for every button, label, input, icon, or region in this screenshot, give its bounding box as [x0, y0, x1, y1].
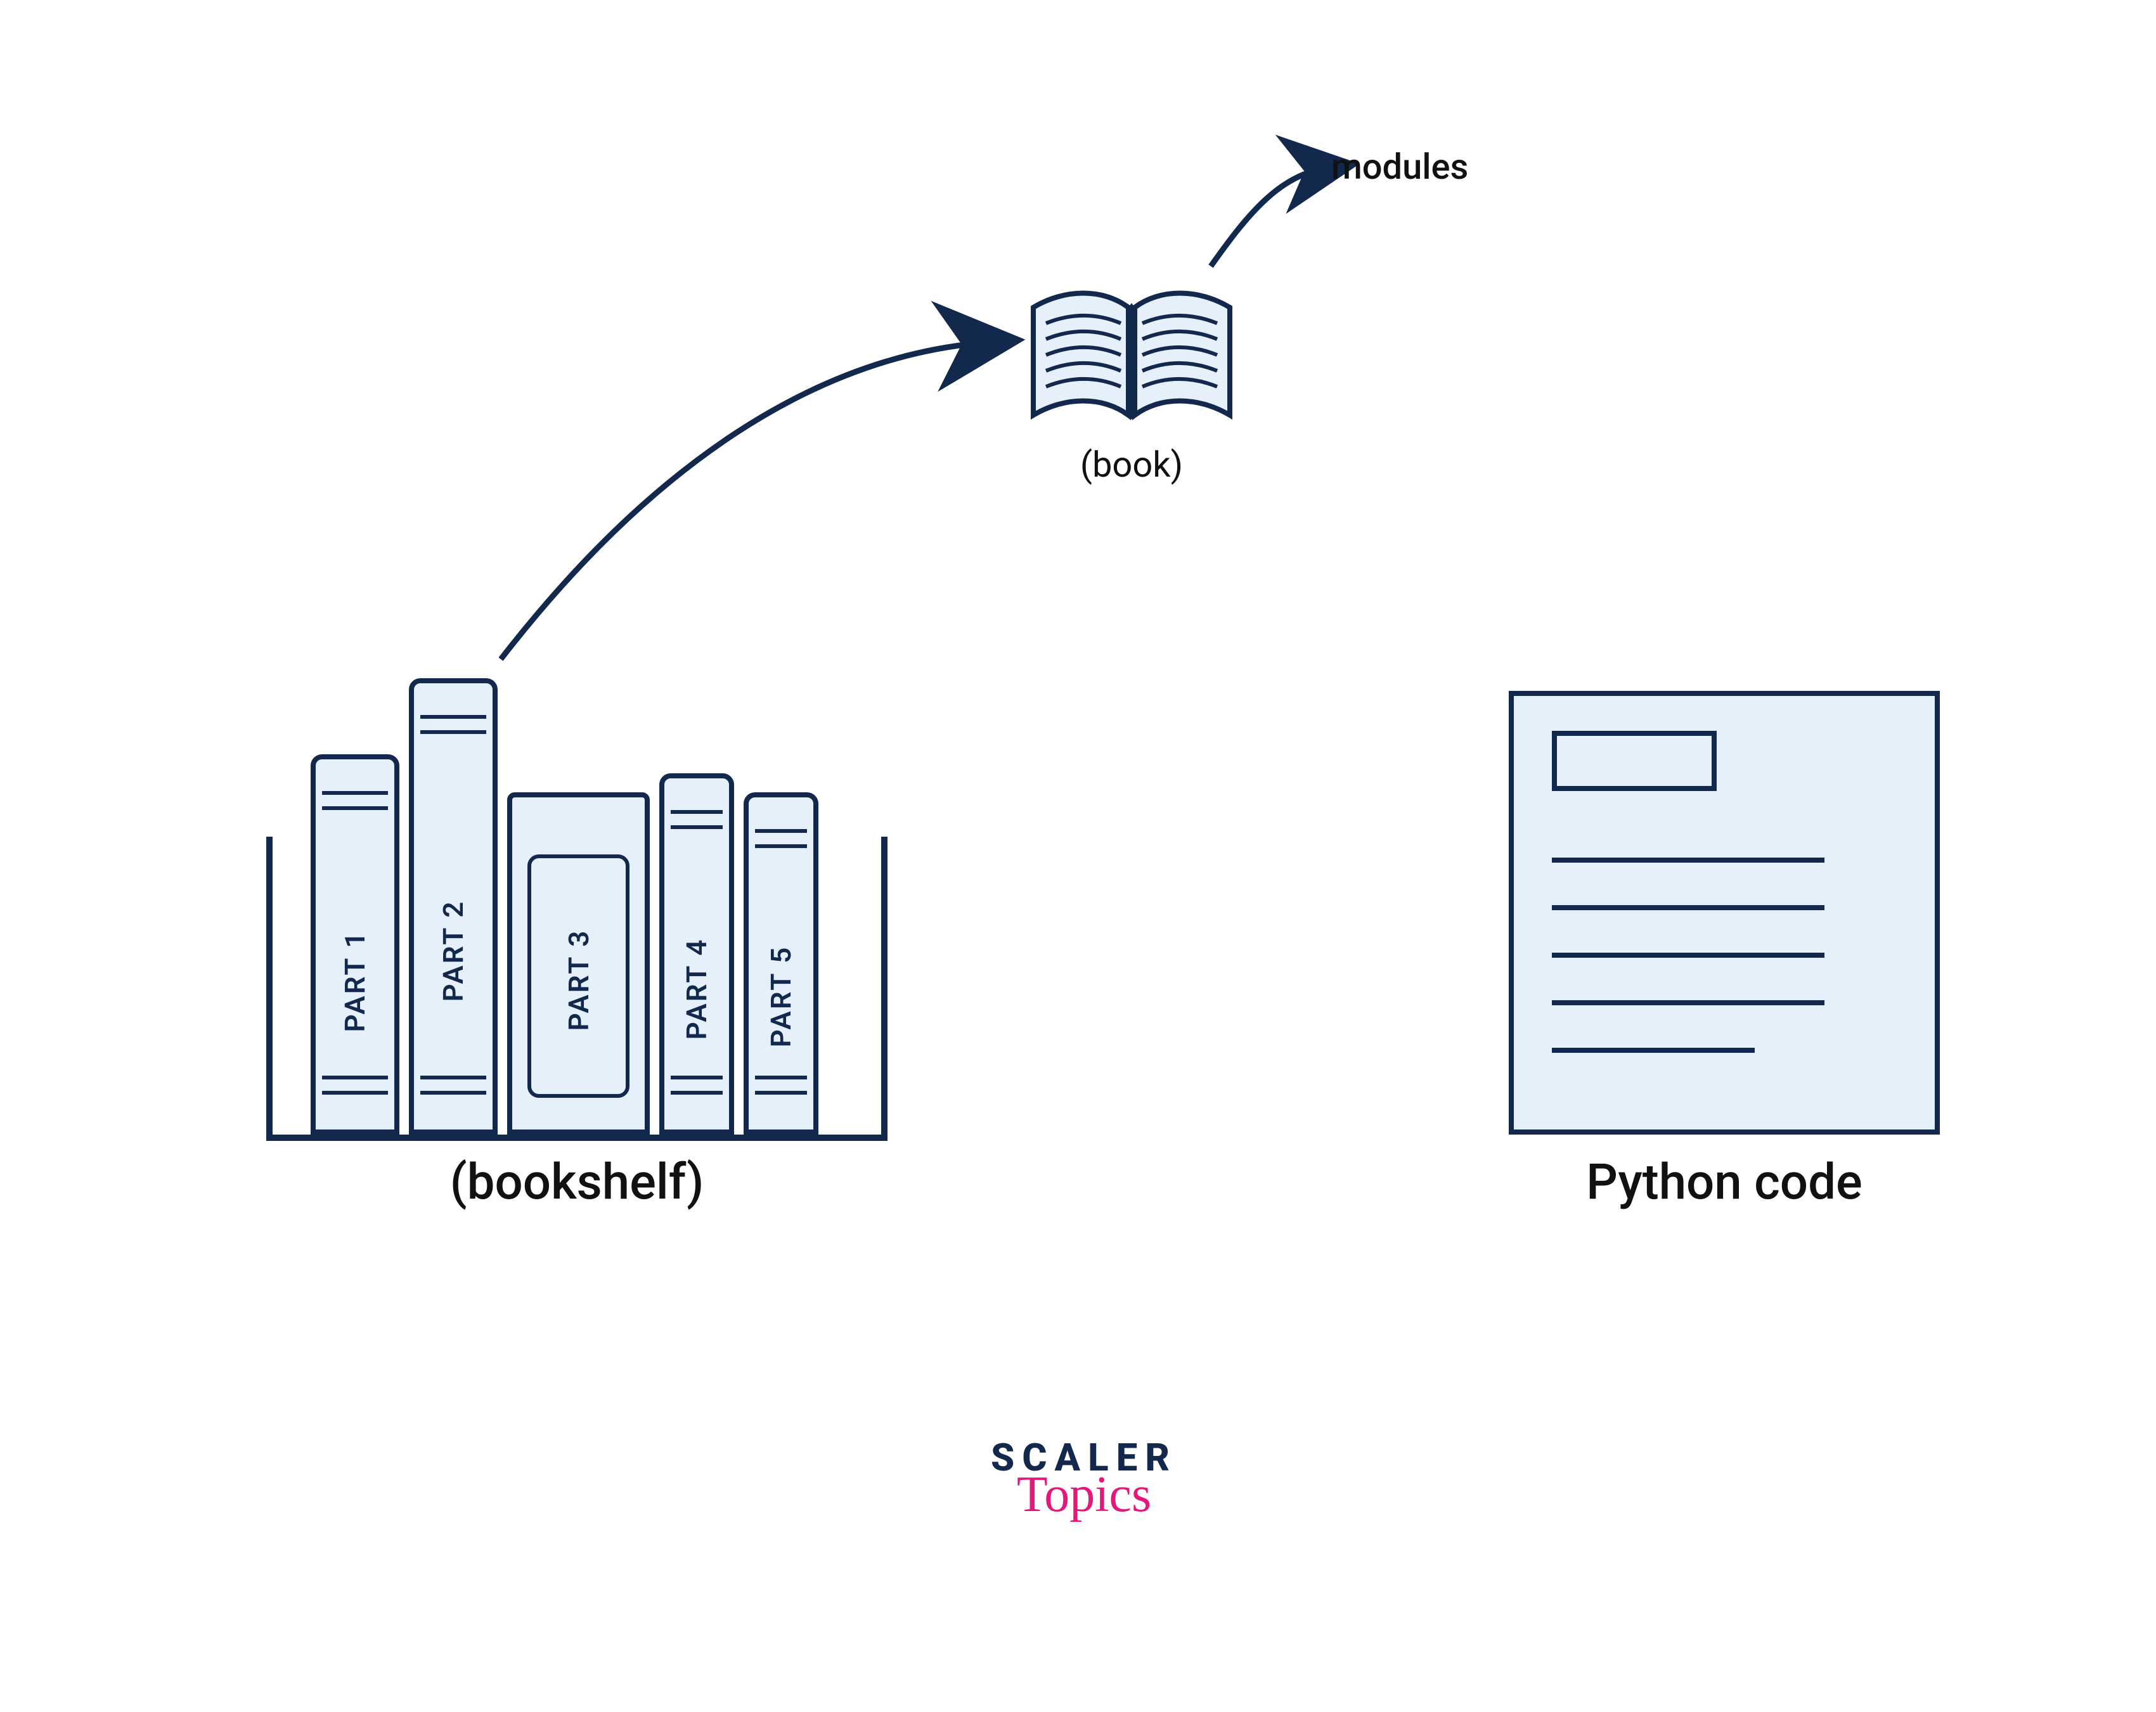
document-line	[1552, 858, 1824, 863]
book-label: PART 1	[339, 930, 371, 1033]
book-stripe	[420, 715, 486, 734]
modules-label: modules	[1331, 146, 1468, 188]
open-book-caption: (book)	[1027, 444, 1236, 486]
document-header-box	[1552, 731, 1717, 791]
open-book-icon	[1027, 273, 1236, 431]
book-stripe	[755, 829, 807, 848]
arrow-bookshelf-to-book	[488, 317, 1008, 672]
bookshelf-illustration: PART 1 PART 2 PART 3 PART 4 PART 5	[266, 659, 888, 1141]
bookshelf-caption: (bookshelf)	[266, 1154, 888, 1211]
book-stripe	[322, 1076, 388, 1095]
book-stripe	[671, 810, 723, 829]
book-label: PART 4	[680, 938, 713, 1040]
document-line	[1552, 905, 1824, 910]
document-line	[1552, 953, 1824, 958]
book-part-4: PART 4	[659, 773, 734, 1135]
book-part-3: PART 3	[507, 792, 650, 1135]
document-caption: Python code	[1509, 1154, 1940, 1211]
book-stripe	[671, 1076, 723, 1095]
book-part-2: PART 2	[409, 678, 498, 1135]
book-part-5: PART 5	[744, 792, 818, 1135]
book-label: PART 5	[765, 946, 797, 1048]
book-part-1: PART 1	[311, 754, 399, 1135]
book-stripe	[755, 1076, 807, 1095]
arrow-book-to-modules	[1204, 149, 1344, 276]
scaler-topics-logo: SCALER Topics	[970, 1439, 1198, 1520]
book-label: PART 3	[562, 929, 595, 1031]
book-stripe	[322, 791, 388, 810]
document-icon	[1509, 691, 1940, 1135]
diagram-canvas: PART 1 PART 2 PART 3 PART 4 PART 5 (book…	[0, 0, 2156, 1712]
book-label: PART 2	[437, 900, 470, 1002]
book-stripe	[420, 1076, 486, 1095]
document-line	[1552, 1048, 1755, 1053]
document-line	[1552, 1000, 1824, 1005]
